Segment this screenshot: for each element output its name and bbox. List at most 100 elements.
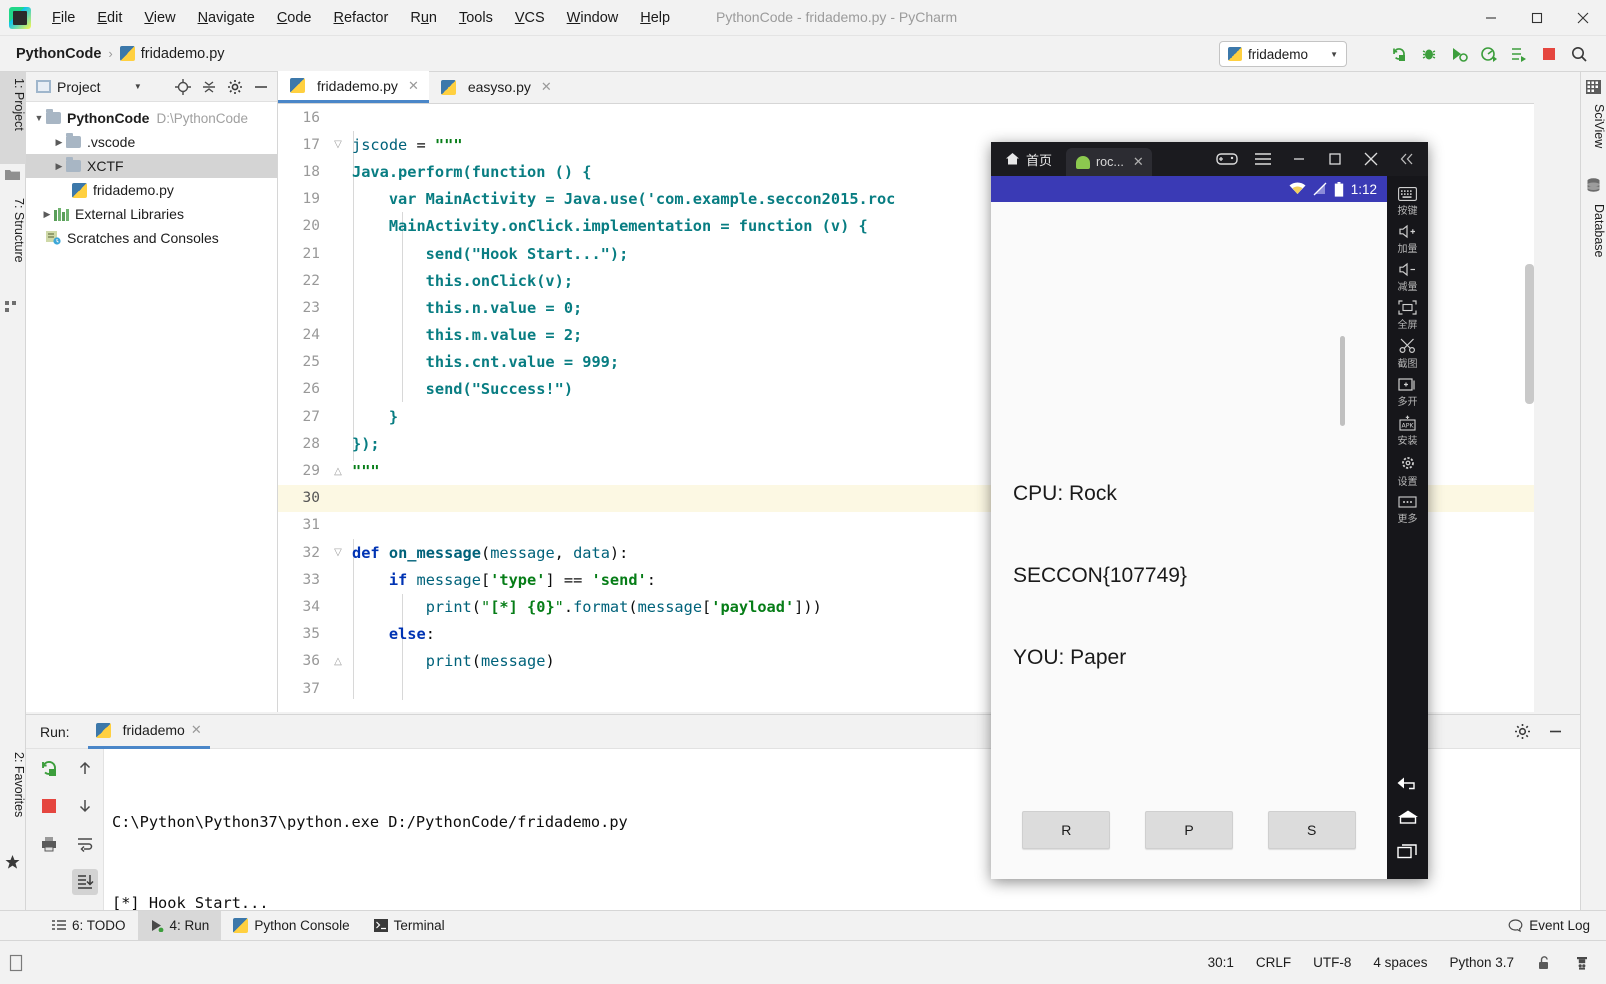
tree-item-xctf[interactable]: ▶ XCTF	[26, 154, 277, 178]
menu-bar[interactable]: FFileile Edit View Navigate Code Refacto…	[41, 5, 681, 31]
menu-code[interactable]: Code	[266, 5, 323, 31]
rail-settings[interactable]: 设置	[1387, 451, 1428, 492]
emulator-home-tab[interactable]: 首页	[1005, 150, 1052, 169]
gear-icon[interactable]	[227, 79, 243, 95]
hide-panel-icon[interactable]	[253, 79, 269, 95]
menu-icon[interactable]	[1246, 142, 1280, 176]
indent-setting[interactable]: 4 spaces	[1373, 955, 1427, 970]
chevron-right-icon[interactable]: ▶	[52, 161, 66, 172]
maximize-icon[interactable]	[1318, 142, 1352, 176]
scissors-button[interactable]: S	[1267, 811, 1356, 849]
emulator-scrollbar[interactable]	[1340, 336, 1345, 426]
menu-run[interactable]: Run	[399, 5, 448, 31]
close-icon[interactable]: ✕	[191, 722, 202, 738]
lock-icon[interactable]	[1536, 955, 1552, 971]
chevron-right-icon[interactable]: ▶	[40, 209, 54, 220]
recents-icon[interactable]	[1396, 843, 1420, 859]
menu-navigate[interactable]: Navigate	[187, 5, 266, 31]
emulator-screen[interactable]: 1:12 CPU: Rock SECCON{107749} YOU: Paper…	[991, 176, 1387, 879]
menu-edit[interactable]: Edit	[86, 5, 133, 31]
up-icon[interactable]	[72, 755, 98, 781]
stop-icon[interactable]	[1536, 41, 1562, 67]
tree-item-vscode[interactable]: ▶ .vscode	[26, 130, 277, 154]
menu-window[interactable]: Window	[556, 5, 630, 31]
tab-easyso-py[interactable]: easyso.py ✕	[429, 71, 562, 103]
tree-item-pythoncode[interactable]: ▼ PythonCode D:\PythonCode	[26, 106, 277, 130]
sidebar-item-sciview[interactable]: SciView	[1580, 98, 1606, 170]
bottom-tab-todo[interactable]: 6: TODO	[40, 911, 138, 941]
breadcrumb-project[interactable]: PythonCode	[16, 46, 101, 62]
rail-volume-down[interactable]: 减量	[1387, 259, 1428, 297]
menu-vcs[interactable]: VCS	[504, 5, 556, 31]
rail-multi-instance[interactable]: 多开	[1387, 374, 1428, 412]
close-button[interactable]	[1560, 0, 1606, 36]
tree-item-scratches[interactable]: Scratches and Consoles	[26, 226, 277, 250]
menu-file[interactable]: FFileile	[41, 5, 86, 31]
gamepad-icon[interactable]	[1210, 142, 1244, 176]
menu-refactor[interactable]: Refactor	[323, 5, 400, 31]
editor-scrollbar[interactable]	[1525, 264, 1534, 404]
rail-screenshot[interactable]: 截图	[1387, 335, 1428, 374]
collapse-icon[interactable]	[1390, 142, 1424, 176]
minimize-icon[interactable]	[1282, 142, 1316, 176]
profile-icon[interactable]	[1476, 41, 1502, 67]
gear-icon[interactable]	[1514, 723, 1531, 740]
rerun-icon[interactable]	[1386, 41, 1412, 67]
menu-tools[interactable]: Tools	[448, 5, 504, 31]
stop-icon[interactable]	[36, 793, 62, 819]
bottom-tab-python-console[interactable]: Python Console	[221, 911, 361, 941]
print-icon[interactable]	[36, 831, 62, 857]
close-icon[interactable]: ✕	[1133, 154, 1144, 170]
event-log-area[interactable]: Event Log	[1508, 918, 1606, 933]
rail-fullscreen[interactable]: 全屏	[1387, 297, 1428, 335]
locate-icon[interactable]	[175, 78, 191, 95]
scroll-to-end-icon[interactable]	[72, 869, 98, 895]
attach-icon[interactable]	[1506, 41, 1532, 67]
debug-icon[interactable]	[1416, 41, 1442, 67]
line-separator[interactable]: CRLF	[1256, 955, 1291, 970]
caret-position[interactable]: 30:1	[1208, 955, 1234, 970]
close-icon[interactable]	[1354, 142, 1388, 176]
rail-volume-up[interactable]: 加量	[1387, 221, 1428, 259]
rerun-icon[interactable]	[36, 755, 62, 781]
rail-keyboard[interactable]: 按键	[1387, 184, 1428, 221]
close-icon[interactable]: ✕	[408, 78, 419, 94]
collapse-all-icon[interactable]	[201, 79, 217, 95]
bottom-tab-terminal[interactable]: Terminal	[362, 911, 457, 941]
tree-item-external-libraries[interactable]: ▶ External Libraries	[26, 202, 277, 226]
sidebar-item-database[interactable]: Database	[1580, 198, 1606, 282]
bottom-tab-run[interactable]: 4: Run	[137, 910, 222, 941]
inspector-icon[interactable]	[1574, 955, 1590, 971]
down-icon[interactable]	[72, 793, 98, 819]
back-icon[interactable]	[1396, 775, 1420, 791]
minimize-button[interactable]	[1468, 0, 1514, 36]
memory-indicator-icon[interactable]	[8, 954, 24, 972]
file-encoding[interactable]: UTF-8	[1313, 955, 1351, 970]
paper-button[interactable]: P	[1144, 811, 1233, 849]
chevron-right-icon[interactable]: ▶	[52, 137, 66, 148]
sidebar-item-structure[interactable]: 7: Structure	[0, 192, 26, 296]
rail-more[interactable]: 更多	[1387, 492, 1428, 529]
sidebar-item-favorites[interactable]: 2: Favorites	[0, 746, 26, 844]
chevron-down-icon[interactable]: ▼	[32, 113, 46, 123]
hide-icon[interactable]	[1547, 723, 1564, 740]
home-icon[interactable]	[1396, 809, 1420, 825]
breadcrumb-file[interactable]: fridademo.py	[119, 46, 225, 62]
rail-install-apk[interactable]: APK 安装	[1387, 412, 1428, 451]
project-chevron-down-icon[interactable]: ▼	[134, 82, 142, 91]
run-with-coverage-icon[interactable]	[1446, 41, 1472, 67]
maximize-button[interactable]	[1514, 0, 1560, 36]
tab-fridademo-py[interactable]: fridademo.py ✕	[278, 71, 429, 103]
soft-wrap-icon[interactable]	[72, 831, 98, 857]
menu-view[interactable]: View	[133, 5, 186, 31]
emulator-app-tab[interactable]: roc... ✕	[1066, 148, 1152, 176]
tree-item-fridademo[interactable]: fridademo.py	[26, 178, 277, 202]
run-configuration-selector[interactable]: fridademo ▼	[1219, 41, 1347, 67]
search-everywhere-icon[interactable]	[1566, 41, 1592, 67]
menu-help[interactable]: Help	[629, 5, 681, 31]
sidebar-item-project[interactable]: 1: Project	[0, 72, 26, 164]
close-icon[interactable]: ✕	[541, 79, 552, 95]
run-tab-fridademo[interactable]: fridademo ✕	[87, 715, 210, 749]
python-interpreter[interactable]: Python 3.7	[1449, 955, 1514, 970]
rock-button[interactable]: R	[1022, 811, 1111, 849]
